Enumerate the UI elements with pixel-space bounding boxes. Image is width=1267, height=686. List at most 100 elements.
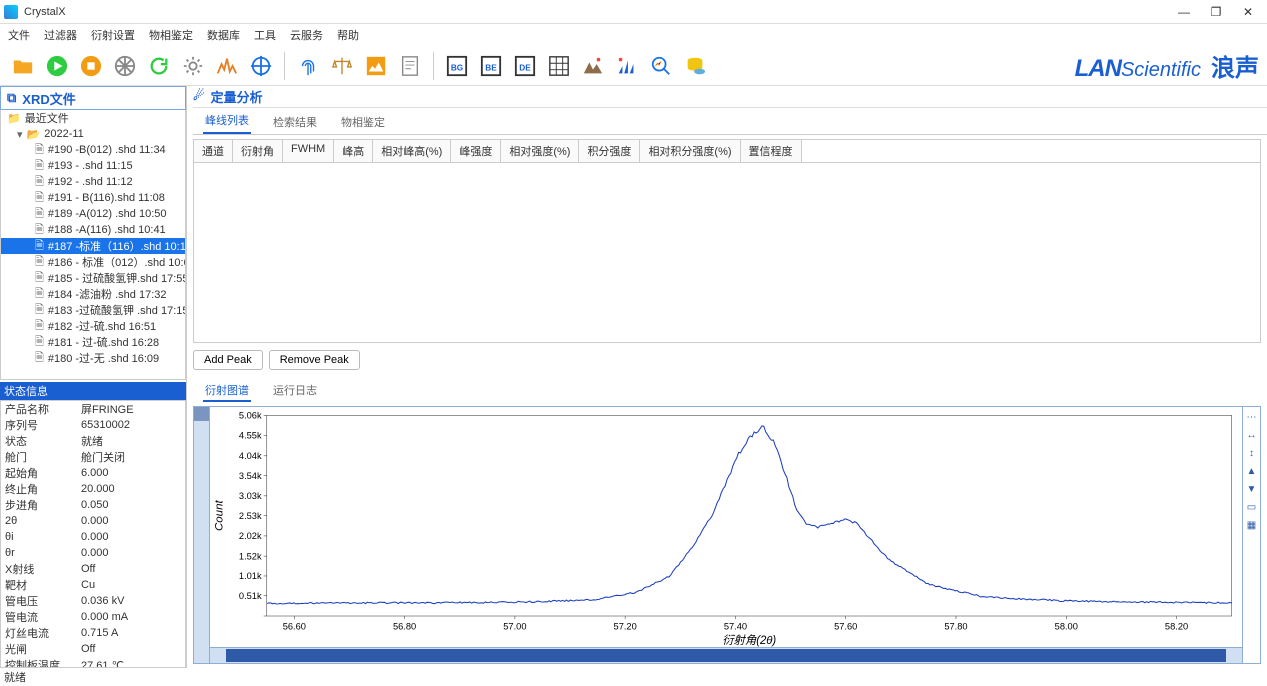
status-row: 步进角0.050 xyxy=(1,497,185,513)
svg-text:DE: DE xyxy=(519,63,531,72)
remove-peak-button[interactable]: Remove Peak xyxy=(269,350,360,370)
aperture-button[interactable] xyxy=(110,51,140,81)
file-tree[interactable]: 📁最近文件▾ 📂2022-11🗎#190 -B(012) .shd 11:34🗎… xyxy=(0,110,186,380)
svg-text:3.54k: 3.54k xyxy=(239,470,262,480)
chart-grid-icon[interactable]: ▦ xyxy=(1245,519,1259,533)
titlebar: CrystalX — ❐ ✕ xyxy=(0,0,1267,24)
analysis-icon: ☄ xyxy=(193,88,205,104)
menu-diff-settings[interactable]: 衍射设置 xyxy=(91,27,135,43)
menu-database[interactable]: 数据库 xyxy=(207,27,240,43)
column-header[interactable]: FWHM xyxy=(283,140,334,162)
de-button[interactable]: DE xyxy=(510,51,540,81)
status-row: 靶材Cu xyxy=(1,577,185,593)
tab-diffraction-pattern[interactable]: 衍射图谱 xyxy=(203,378,251,402)
file-item[interactable]: 🗎#188 -A(116) .shd 10:41 xyxy=(1,222,185,238)
tab-peaklist[interactable]: 峰线列表 xyxy=(203,108,251,134)
play-button[interactable] xyxy=(42,51,72,81)
menu-cloud[interactable]: 云服务 xyxy=(290,27,323,43)
close-button[interactable]: ✕ xyxy=(1233,2,1263,22)
folder-item[interactable]: 📁最近文件 xyxy=(1,110,185,126)
open-folder-button[interactable] xyxy=(8,51,38,81)
search-chart-button[interactable] xyxy=(646,51,676,81)
chart3d-button[interactable] xyxy=(612,51,642,81)
file-item[interactable]: 🗎#193 - .shd 11:15 xyxy=(1,158,185,174)
file-item[interactable]: 🗎#191 - B(116).shd 11:08 xyxy=(1,190,185,206)
peaks-button[interactable] xyxy=(212,51,242,81)
file-item[interactable]: 🗎#181 - 过-硫.shd 16:28 xyxy=(1,334,185,350)
tab-run-log[interactable]: 运行日志 xyxy=(271,378,319,402)
menu-filter[interactable]: 过滤器 xyxy=(44,27,77,43)
database-cloud-button[interactable] xyxy=(680,51,710,81)
file-item[interactable]: 🗎#185 - 过硫酸氢钾.shd 17:55 xyxy=(1,270,185,286)
chart-menu-icon[interactable]: ⋯ xyxy=(1245,411,1259,425)
peak-table-body[interactable] xyxy=(193,163,1261,343)
file-item[interactable]: 🗎#184 -滤油粉 .shd 17:32 xyxy=(1,286,185,302)
tab-phase-id[interactable]: 物相鉴定 xyxy=(339,110,387,134)
chart-up-icon[interactable]: ▲ xyxy=(1245,465,1259,479)
folder-item[interactable]: ▾ 📂2022-11 xyxy=(1,126,185,142)
bg-button[interactable]: BG xyxy=(442,51,472,81)
chart-fit-h-icon[interactable]: ↔ xyxy=(1245,429,1259,443)
status-row: 光闸Off xyxy=(1,641,185,657)
be-button[interactable]: BE xyxy=(476,51,506,81)
target-button[interactable] xyxy=(246,51,276,81)
maximize-button[interactable]: ❐ xyxy=(1201,2,1231,22)
refresh-button[interactable] xyxy=(144,51,174,81)
toolbar: BG BE DE LANScientific 浪声 xyxy=(0,46,1267,86)
add-peak-button[interactable]: Add Peak xyxy=(193,350,263,370)
status-row: 起始角6.000 xyxy=(1,465,185,481)
folder-icon: 📂 xyxy=(27,128,41,141)
file-item[interactable]: 🗎#182 -过-硫.shd 16:51 xyxy=(1,318,185,334)
svg-text:衍射角(2θ): 衍射角(2θ) xyxy=(722,634,776,647)
column-header[interactable]: 衍射角 xyxy=(233,140,283,162)
file-item[interactable]: 🗎#186 - 标准（012）.shd 10:00 xyxy=(1,254,185,270)
column-header[interactable]: 峰高 xyxy=(334,140,373,162)
column-header[interactable]: 相对强度(%) xyxy=(501,140,579,162)
svg-text:4.55k: 4.55k xyxy=(239,430,262,440)
stop-button[interactable] xyxy=(76,51,106,81)
chart-rect-icon[interactable]: ▭ xyxy=(1245,501,1259,515)
tab-search-results[interactable]: 检索结果 xyxy=(271,110,319,134)
diffraction-plot[interactable]: 0.51k1.01k1.52k2.02k2.53k3.03k3.54k4.04k… xyxy=(210,407,1242,647)
svg-text:BE: BE xyxy=(485,63,497,72)
column-header[interactable]: 相对峰高(%) xyxy=(373,140,451,162)
status-row: 管电流0.000 mA xyxy=(1,609,185,625)
chart-fit-v-icon[interactable]: ↕ xyxy=(1245,447,1259,461)
analysis-header: ☄ 定量分析 xyxy=(193,86,1267,108)
gear-button[interactable] xyxy=(178,51,208,81)
menu-file[interactable]: 文件 xyxy=(8,27,30,43)
chart-area-button[interactable] xyxy=(361,51,391,81)
column-header[interactable]: 积分强度 xyxy=(579,140,640,162)
file-item[interactable]: 🗎#187 -标准（116）.shd 10:12 xyxy=(1,238,185,254)
column-header[interactable]: 峰强度 xyxy=(451,140,501,162)
statusbar: 就绪 xyxy=(0,668,1267,686)
menu-phase-id[interactable]: 物相鉴定 xyxy=(149,27,193,43)
report-button[interactable] xyxy=(395,51,425,81)
status-row: 产品名称屏FRINGE xyxy=(1,401,185,417)
file-item[interactable]: 🗎#180 -过-无 .shd 16:09 xyxy=(1,350,185,366)
svg-text:BG: BG xyxy=(451,63,463,72)
svg-text:57.60: 57.60 xyxy=(834,621,857,631)
svg-text:0.51k: 0.51k xyxy=(239,591,262,601)
column-header[interactable]: 置信程度 xyxy=(741,140,802,162)
chart-hscroll[interactable] xyxy=(210,647,1242,663)
grid-button[interactable] xyxy=(544,51,574,81)
menu-tools[interactable]: 工具 xyxy=(254,27,276,43)
file-item[interactable]: 🗎#192 - .shd 11:12 xyxy=(1,174,185,190)
minimize-button[interactable]: — xyxy=(1169,2,1199,22)
column-header[interactable]: 相对积分强度(%) xyxy=(640,140,740,162)
menu-help[interactable]: 帮助 xyxy=(337,27,359,43)
column-header[interactable]: 通道 xyxy=(194,140,233,162)
status-row: 状态就绪 xyxy=(1,433,185,449)
file-item[interactable]: 🗎#183 -过硫酸氢钾 .shd 17:15 xyxy=(1,302,185,318)
mountains-button[interactable] xyxy=(578,51,608,81)
fingerprint-button[interactable] xyxy=(293,51,323,81)
chart-down-icon[interactable]: ▼ xyxy=(1245,483,1259,497)
file-item[interactable]: 🗎#190 -B(012) .shd 11:34 xyxy=(1,142,185,158)
balance-button[interactable] xyxy=(327,51,357,81)
chart-vscroll[interactable] xyxy=(194,407,210,663)
status-row: 序列号65310002 xyxy=(1,417,185,433)
chart-tabs: 衍射图谱 运行日志 xyxy=(193,378,1267,402)
file-item[interactable]: 🗎#189 -A(012) .shd 10:50 xyxy=(1,206,185,222)
status-row: 舱门舱门关闭 xyxy=(1,449,185,465)
